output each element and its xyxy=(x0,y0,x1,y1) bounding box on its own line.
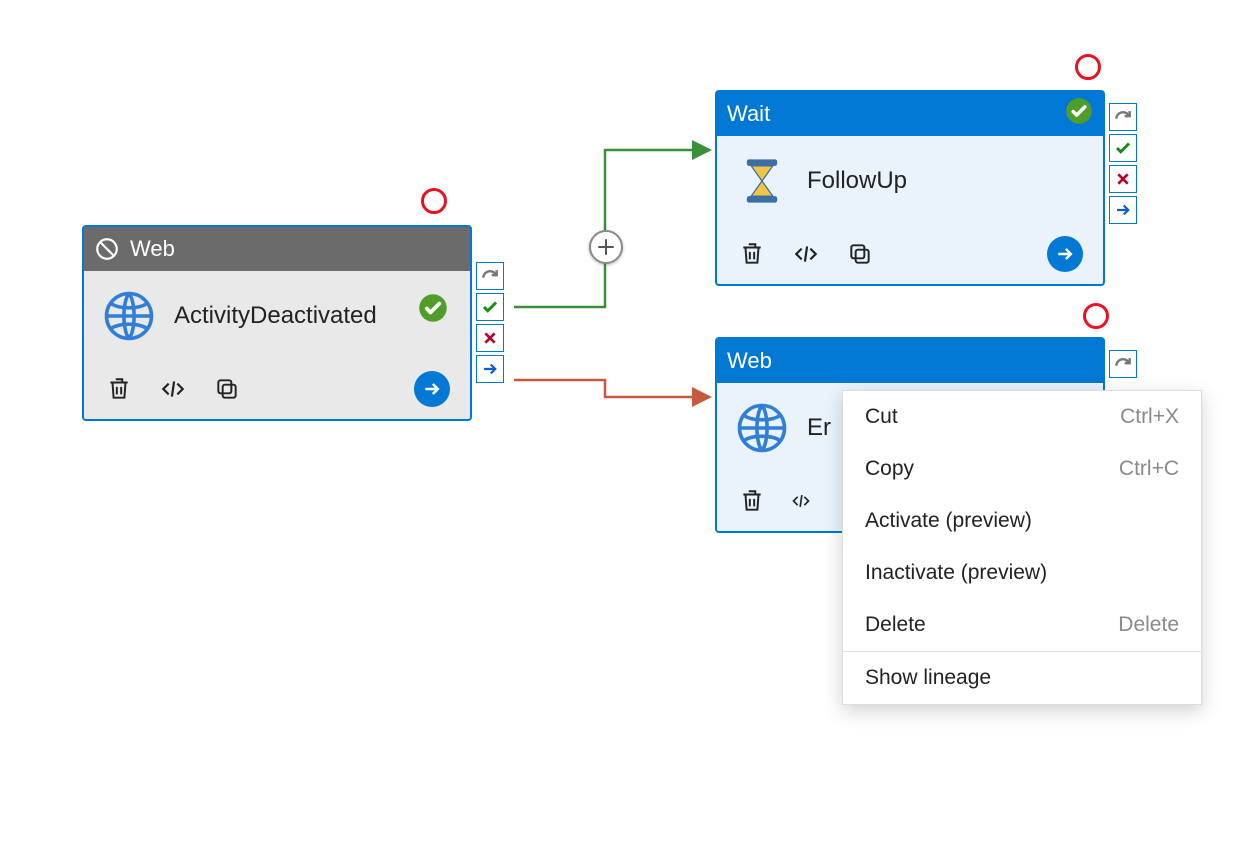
menu-label: Show lineage xyxy=(865,666,991,690)
globe-icon xyxy=(102,289,156,343)
activity-body: ActivityDeactivated xyxy=(84,271,470,419)
context-menu-item-activate[interactable]: Activate (preview) xyxy=(843,495,1201,547)
activity-name: Er xyxy=(807,414,831,442)
output-handle-skip[interactable] xyxy=(476,355,504,383)
activity-name: FollowUp xyxy=(807,167,907,195)
activity-header: Wait xyxy=(717,92,1103,136)
breakpoint-marker[interactable] xyxy=(421,188,447,214)
output-handle-failure[interactable] xyxy=(476,324,504,352)
output-handle-rail xyxy=(476,262,504,383)
output-handle-skip[interactable] xyxy=(1109,196,1137,224)
menu-shortcut: Ctrl+X xyxy=(1120,405,1179,429)
output-handle-failure[interactable] xyxy=(1109,165,1137,193)
copy-button[interactable] xyxy=(212,374,242,404)
breakpoint-marker[interactable] xyxy=(1075,54,1101,80)
activity-body: FollowUp xyxy=(717,136,1103,284)
pipeline-canvas[interactable]: Web ActivityDeactivated xyxy=(0,0,1240,860)
context-menu-item-cut[interactable]: Cut Ctrl+X xyxy=(843,391,1201,443)
context-menu-item-copy[interactable]: Copy Ctrl+C xyxy=(843,443,1201,495)
status-success-icon xyxy=(1065,97,1093,131)
run-button[interactable] xyxy=(414,371,450,407)
menu-label: Inactivate (preview) xyxy=(865,561,1047,585)
activity-type-label: Wait xyxy=(727,101,770,127)
status-success-icon xyxy=(418,293,448,323)
hourglass-icon xyxy=(735,154,789,208)
menu-label: Activate (preview) xyxy=(865,509,1032,533)
context-menu-item-show-lineage[interactable]: Show lineage xyxy=(843,652,1201,704)
delete-button[interactable] xyxy=(104,374,134,404)
activity-node-wait[interactable]: Wait FollowUp xyxy=(715,90,1105,286)
output-handle-success[interactable] xyxy=(476,293,504,321)
code-button[interactable] xyxy=(791,239,821,269)
add-activity-button[interactable] xyxy=(589,230,623,264)
code-button[interactable] xyxy=(791,486,811,516)
activity-type-label: Web xyxy=(727,348,772,374)
delete-button[interactable] xyxy=(737,239,767,269)
output-handle-completion[interactable] xyxy=(1109,103,1137,131)
copy-button[interactable] xyxy=(845,239,875,269)
delete-button[interactable] xyxy=(737,486,767,516)
menu-label: Copy xyxy=(865,457,914,481)
menu-label: Cut xyxy=(865,405,898,429)
deactivated-icon xyxy=(94,236,120,262)
output-handle-completion[interactable] xyxy=(1109,350,1137,378)
output-handle-success[interactable] xyxy=(1109,134,1137,162)
activity-header: Web xyxy=(84,227,470,271)
run-button[interactable] xyxy=(1047,236,1083,272)
output-handle-rail xyxy=(1109,350,1137,378)
activity-header: Web xyxy=(717,339,1103,383)
activity-name: ActivityDeactivated xyxy=(174,302,377,330)
activity-node-deactivated-web[interactable]: Web ActivityDeactivated xyxy=(82,225,472,421)
menu-shortcut: Delete xyxy=(1118,613,1179,637)
menu-label: Delete xyxy=(865,613,926,637)
activity-type-label: Web xyxy=(130,236,175,262)
menu-shortcut: Ctrl+C xyxy=(1119,457,1179,481)
context-menu-item-delete[interactable]: Delete Delete xyxy=(843,599,1201,651)
code-button[interactable] xyxy=(158,374,188,404)
connector-failure xyxy=(514,380,710,397)
output-handle-completion[interactable] xyxy=(476,262,504,290)
output-handle-rail xyxy=(1109,103,1137,224)
connector-success xyxy=(514,150,710,307)
globe-icon xyxy=(735,401,789,455)
context-menu-item-inactivate[interactable]: Inactivate (preview) xyxy=(843,547,1201,599)
breakpoint-marker[interactable] xyxy=(1083,303,1109,329)
context-menu[interactable]: Cut Ctrl+X Copy Ctrl+C Activate (preview… xyxy=(842,390,1202,705)
